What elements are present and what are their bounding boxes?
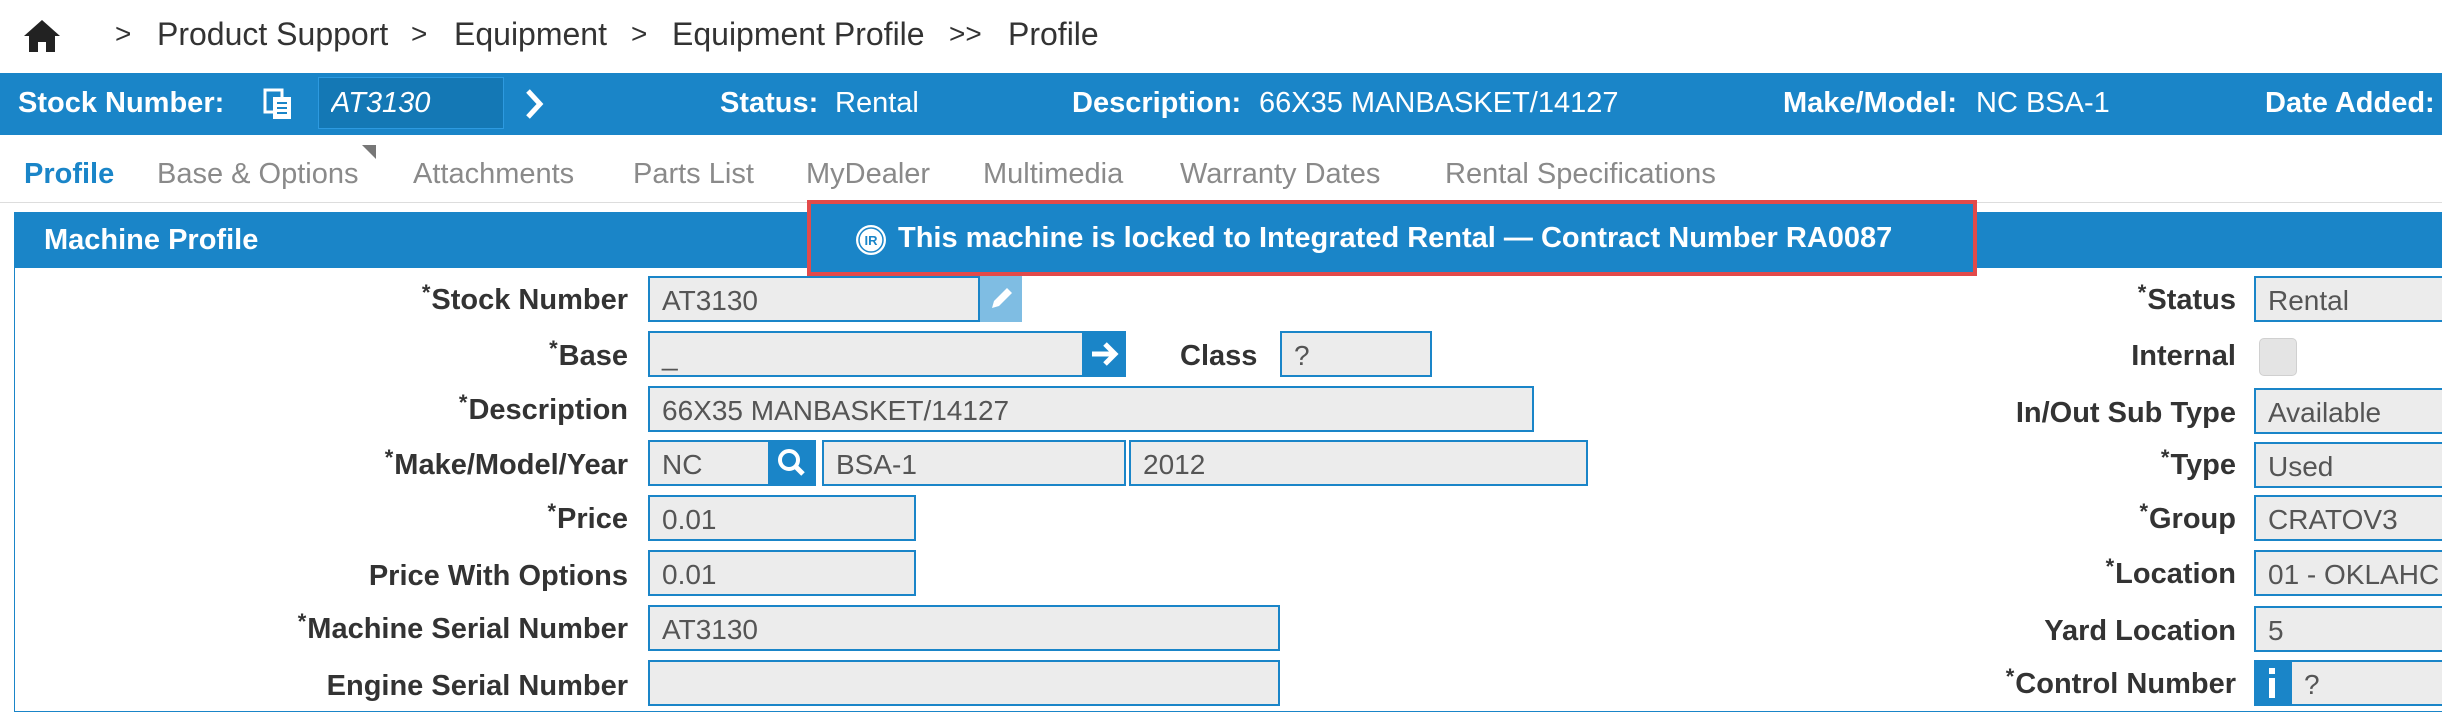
chevron-right-icon[interactable] (520, 85, 550, 123)
location-field[interactable]: 01 - OKLAHC (2254, 550, 2442, 596)
make-search-button[interactable] (768, 440, 816, 486)
tab-warranty-dates[interactable]: Warranty Dates (1180, 158, 1380, 191)
in-out-sub-type-field-label: In/Out Sub Type (2015, 397, 2236, 429)
breadcrumb-profile: Profile (1008, 16, 1099, 52)
machine-serial-number-field[interactable]: AT3130 (648, 605, 1280, 651)
base-lookup-button[interactable] (1082, 331, 1126, 377)
tab-multimedia[interactable]: Multimedia (983, 158, 1123, 191)
tab-base-options[interactable]: Base & Options (157, 158, 359, 191)
engine-serial-number-field[interactable] (648, 660, 1280, 706)
price-field-label: *Price (547, 499, 628, 535)
group-field-label: *Group (2139, 499, 2236, 535)
control-number-field[interactable]: ? (2290, 660, 2442, 706)
control-number-info-button[interactable] (2254, 660, 2290, 706)
price-field[interactable]: 0.01 (648, 495, 916, 541)
svg-text:IR: IR (865, 233, 879, 248)
stock-number-field[interactable]: AT3130 (648, 276, 980, 322)
arrow-right-icon (1092, 342, 1119, 366)
breadcrumb: > Product Support > Equipment > Equipmen… (0, 0, 2442, 72)
make-model-label: Make/Model: (1783, 87, 1958, 119)
model-field[interactable]: BSA-1 (822, 440, 1126, 486)
home-icon[interactable] (22, 18, 62, 54)
breadcrumb-separator: > (631, 18, 648, 49)
search-icon (778, 449, 805, 476)
description-field[interactable]: 66X35 MANBASKET/14127 (648, 386, 1534, 432)
type-field-label: *Type (2160, 445, 2236, 481)
status-select[interactable]: Rental (2254, 276, 2442, 322)
lock-notice-text: This machine is locked to Integrated Ren… (898, 222, 1893, 254)
yard-location-field-label: Yard Location (2044, 615, 2236, 647)
price-with-options-field-label: Price With Options (368, 560, 628, 592)
edit-stock-number-button[interactable] (980, 276, 1022, 322)
info-icon (2269, 668, 2275, 698)
group-field[interactable]: CRATOV3 (2254, 495, 2442, 541)
breadcrumb-separator: >> (949, 18, 982, 49)
stock-number-field-label: *Stock Number (421, 280, 628, 316)
base-field-label: *Base (549, 336, 628, 372)
stock-number-bar: Stock Number: Status: Rental Description… (0, 73, 2442, 135)
breadcrumb-equipment-profile[interactable]: Equipment Profile (672, 16, 925, 53)
status-value: Rental (835, 87, 919, 119)
yard-location-field[interactable]: 5 (2254, 606, 2442, 652)
description-field-label: *Description (458, 390, 628, 426)
stock-number-input[interactable] (318, 77, 504, 129)
tab-parts-list[interactable]: Parts List (633, 158, 754, 191)
tab-profile[interactable]: Profile (24, 158, 114, 191)
breadcrumb-separator: > (115, 18, 132, 49)
location-field-label: *Location (2105, 554, 2236, 590)
breadcrumb-product-support[interactable]: Product Support (157, 16, 388, 53)
engine-serial-number-field-label: Engine Serial Number (326, 670, 628, 702)
description-label: Description: (1072, 87, 1242, 119)
year-field[interactable]: 2012 (1129, 440, 1588, 486)
make-model-value: NC BSA-1 (1976, 87, 2110, 119)
class-field-label: Class (1180, 340, 1258, 372)
date-added-label: Date Added: (2265, 87, 2435, 119)
stock-number-label: Stock Number: (18, 87, 225, 119)
type-select[interactable]: Used (2254, 442, 2442, 488)
make-field[interactable]: NC (648, 440, 770, 486)
in-out-sub-type-select[interactable]: Available (2254, 388, 2442, 434)
description-value: 66X35 MANBASKET/14127 (1259, 87, 1619, 119)
status-label: Status: (720, 87, 819, 119)
breadcrumb-equipment[interactable]: Equipment (454, 16, 607, 53)
integrated-rental-icon: IR (856, 225, 886, 255)
machine-serial-number-field-label: *Machine Serial Number (297, 609, 628, 645)
price-with-options-field[interactable]: 0.01 (648, 550, 916, 596)
internal-field-label: Internal (2131, 340, 2236, 372)
breadcrumb-separator: > (411, 18, 428, 49)
class-field[interactable]: ? (1280, 331, 1432, 377)
internal-checkbox[interactable] (2259, 338, 2297, 376)
copy-icon[interactable] (262, 87, 294, 121)
control-number-field-label: *Control Number (2005, 664, 2236, 700)
status-field-label: *Status (2137, 280, 2236, 316)
tab-rental-specifications[interactable]: Rental Specifications (1445, 158, 1716, 191)
tab-attachments[interactable]: Attachments (413, 158, 574, 191)
tab-dropdown-corner-icon (362, 145, 376, 159)
panel-title: Machine Profile (44, 224, 259, 256)
make-model-year-field-label: *Make/Model/Year (384, 445, 628, 481)
pencil-icon (992, 288, 1012, 308)
base-field[interactable]: _ (648, 331, 1084, 377)
tab-mydealer[interactable]: MyDealer (806, 158, 930, 191)
